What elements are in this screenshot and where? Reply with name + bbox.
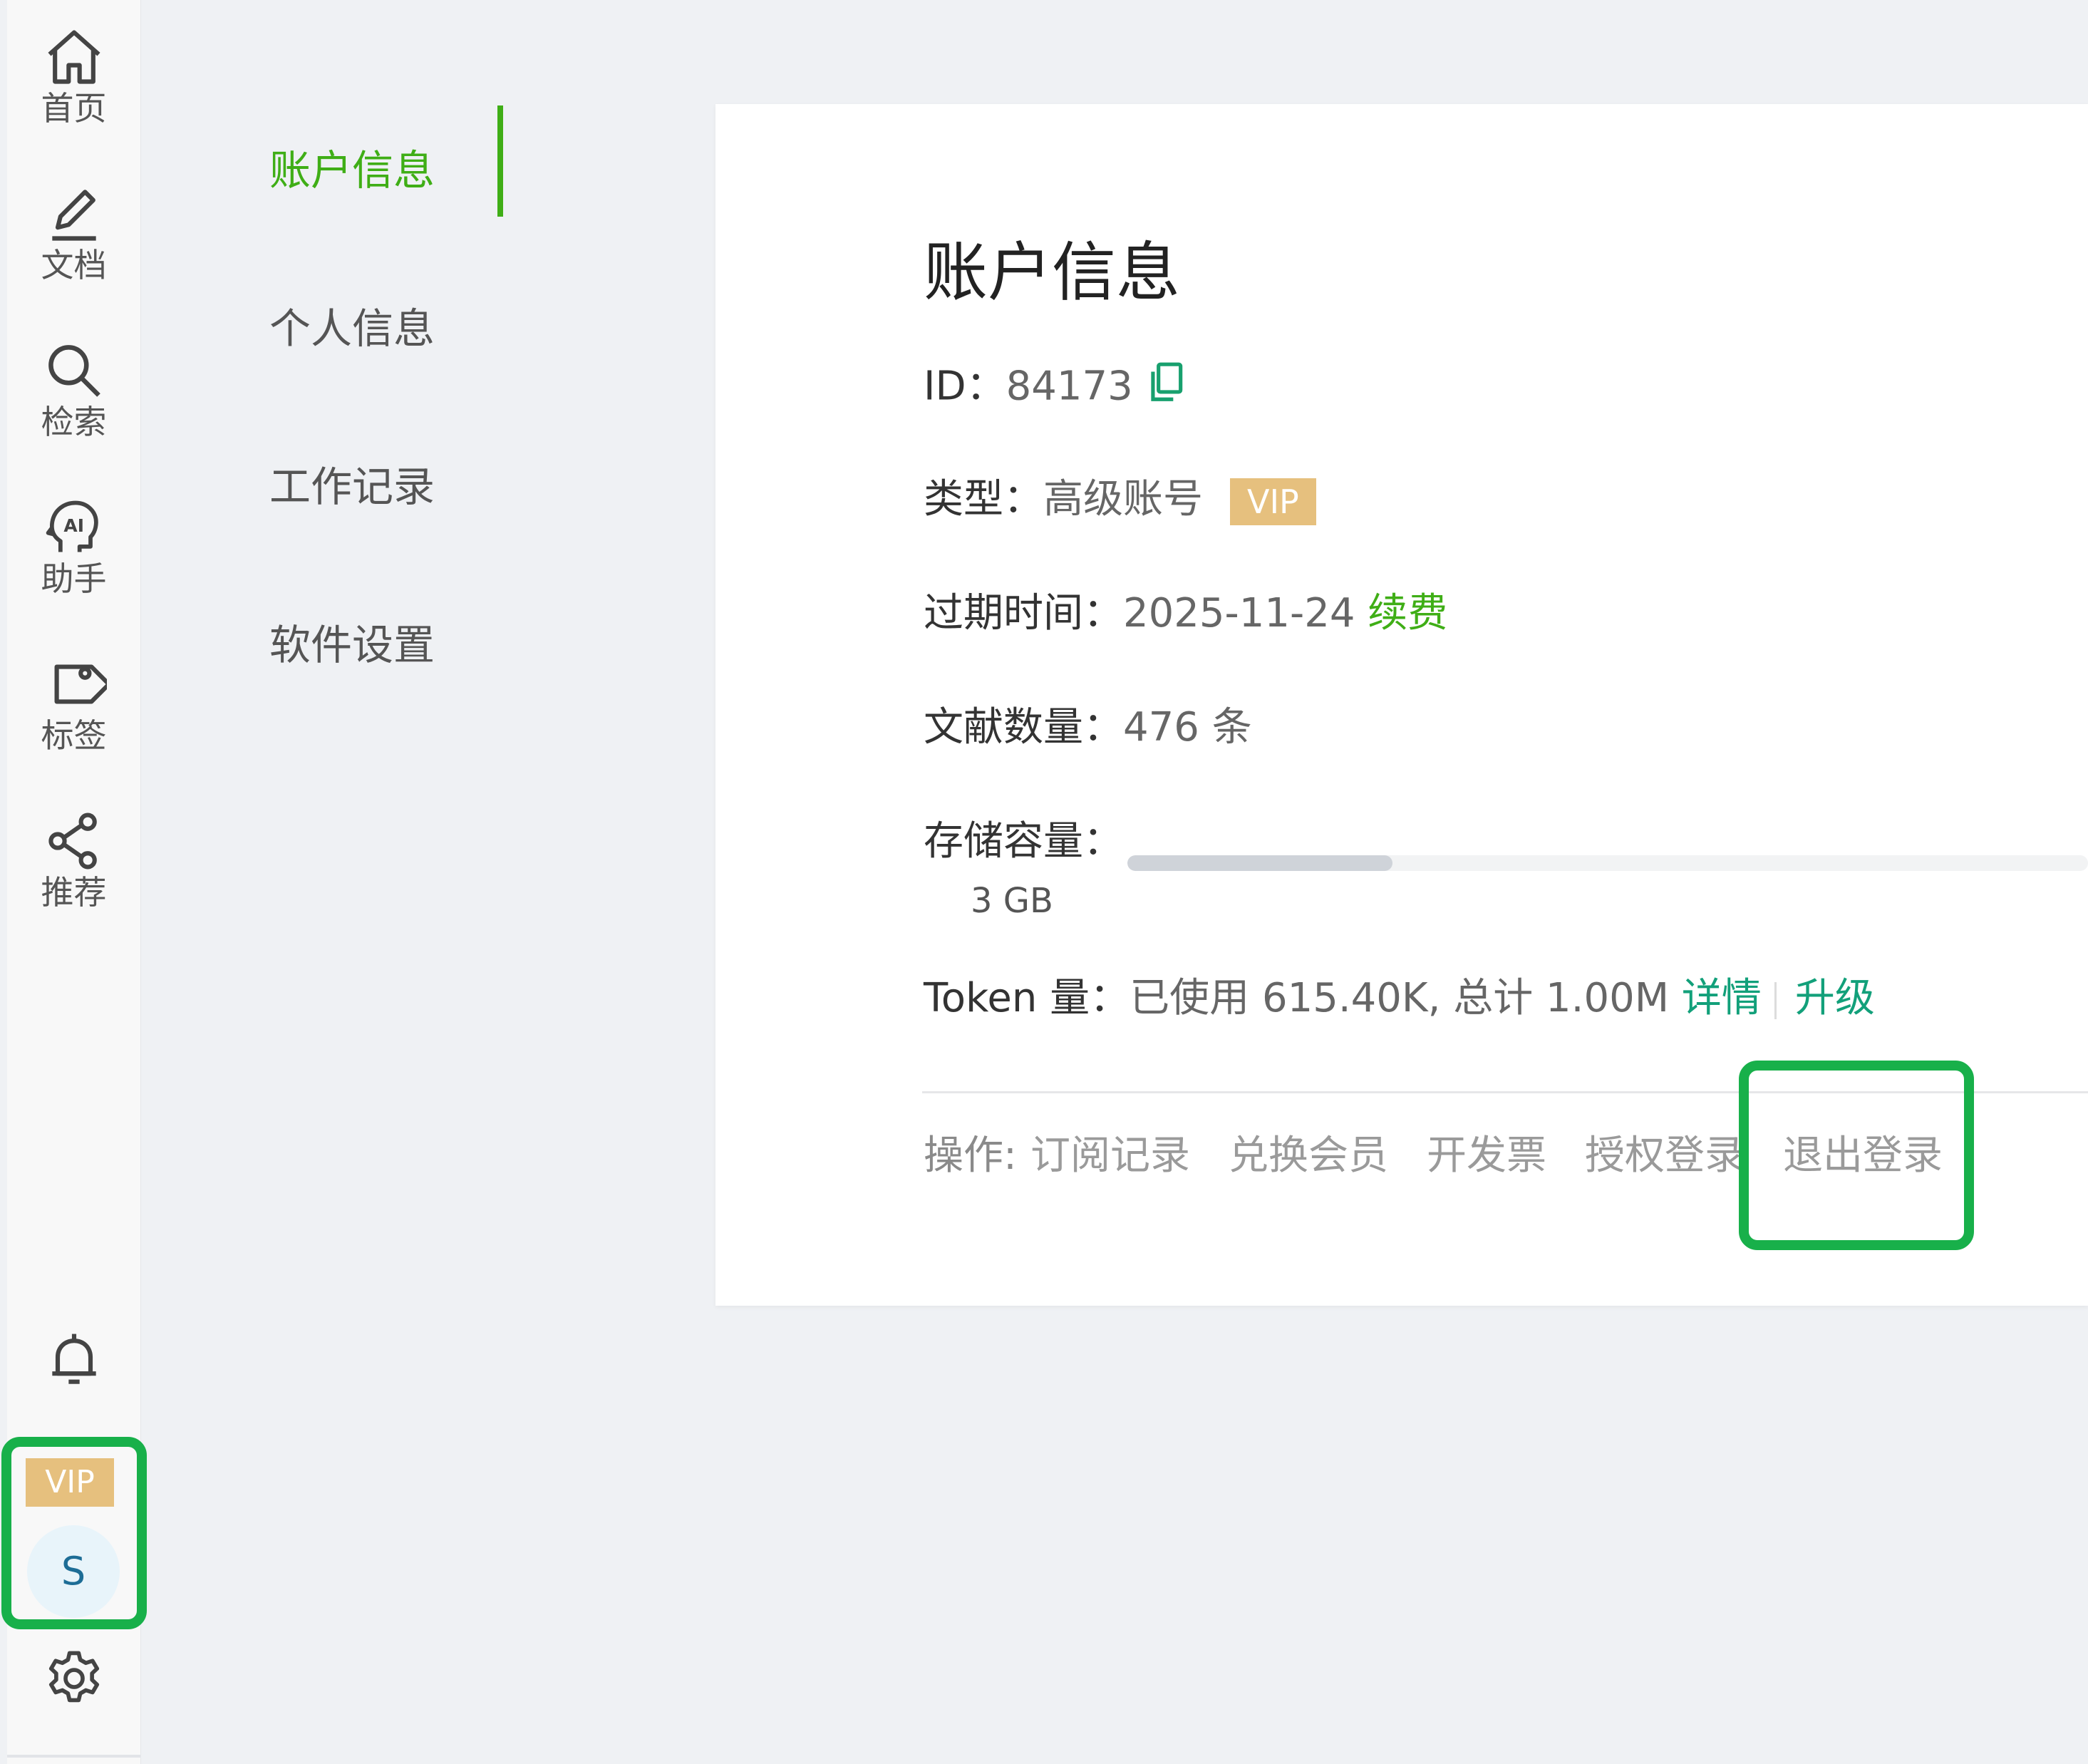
link-separator (1774, 981, 1777, 1019)
ai-head-icon: AI (46, 500, 98, 552)
submenu-item-software-settings[interactable]: 软件设置 (269, 612, 435, 671)
pen-icon (51, 190, 96, 241)
submenu-active-indicator (497, 105, 503, 217)
id-label: ID： (924, 363, 1006, 410)
token-value: 已使用 615.40K, 总计 1.00M (1130, 975, 1670, 1021)
rail-label-recommend: 推荐 (41, 873, 107, 912)
redeem-membership-link[interactable]: 兑换会员 (1229, 1130, 1388, 1182)
vip-tag: VIP (1230, 478, 1316, 525)
submenu-item-account-info[interactable]: 账户信息 (269, 137, 435, 197)
rail-label-docs: 文档 (41, 246, 107, 284)
actions-label: 操作: (924, 1133, 1017, 1179)
rail-label-home: 首页 (41, 89, 107, 128)
docs-row: 文献数量：476 条 (924, 703, 1252, 753)
rail-item-assistant[interactable]: AI 助手 (7, 495, 140, 597)
storage-label: 存储容量： (924, 818, 1123, 865)
rail-label-assistant: 助手 (41, 559, 107, 598)
docs-label: 文献数量： (924, 704, 1123, 751)
rail-item-docs[interactable]: 文档 (7, 181, 140, 284)
submenu-item-personal-info[interactable]: 个人信息 (269, 295, 435, 355)
rail-item-search[interactable]: 检索 (7, 338, 140, 440)
svg-text:AI: AI (63, 515, 84, 536)
id-value: 84173 (1006, 363, 1133, 410)
expire-row: 过期时间：2025-11-24 续费 (924, 589, 1447, 639)
home-icon (47, 30, 100, 84)
search-icon (48, 345, 100, 397)
storage-total: 3 GB (971, 881, 1053, 921)
rail-item-tags[interactable]: 标签 (7, 651, 140, 754)
tag-icon (54, 664, 107, 704)
rail-item-home[interactable]: 首页 (7, 24, 140, 127)
expire-label: 过期时间： (924, 590, 1123, 636)
copy-icon[interactable] (1147, 361, 1184, 417)
rail-item-recommend[interactable]: 推荐 (7, 808, 140, 911)
type-row: 类型：高级账号 VIP (924, 475, 1316, 525)
id-row: ID：84173 (924, 361, 1184, 417)
token-upgrade-link[interactable]: 升级 (1795, 975, 1875, 1021)
rail-label-search: 检索 (41, 403, 107, 441)
docs-value: 476 条 (1123, 704, 1252, 751)
expire-value: 2025-11-24 (1123, 590, 1355, 636)
subscription-records-link[interactable]: 订阅记录 (1030, 1130, 1190, 1182)
rail-bottom-divider (7, 1755, 140, 1758)
storage-progress-bar (1127, 855, 2088, 871)
bell-icon (51, 1334, 96, 1384)
token-detail-link[interactable]: 详情 (1682, 975, 1762, 1021)
submenu-item-work-records[interactable]: 工作记录 (269, 453, 435, 513)
settings-button[interactable] (7, 1646, 140, 1711)
token-row: Token 量：已使用 615.40K, 总计 1.00M 详情 升级 (924, 974, 1875, 1023)
avatar[interactable]: S (27, 1525, 120, 1618)
section-divider (922, 1091, 2088, 1093)
rail-label-tags: 标签 (41, 716, 107, 755)
gear-icon (48, 1651, 99, 1703)
vip-badge[interactable]: VIP (26, 1458, 114, 1507)
authorize-login-link[interactable]: 授权登录 (1585, 1130, 1745, 1182)
notifications-button[interactable] (7, 1327, 140, 1393)
storage-row: 存储容量： (924, 817, 1123, 867)
share-icon (48, 813, 97, 870)
account-card: 账户信息 ID：84173 类型：高级账号 VIP 过期时间：2025-11-24… (715, 104, 2088, 1306)
token-label: Token 量： (924, 975, 1130, 1021)
type-value: 高级账号 (1043, 476, 1203, 522)
type-label: 类型： (924, 476, 1043, 522)
page-title: 账户信息 (924, 235, 1180, 310)
logout-link[interactable]: 退出登录 (1783, 1130, 1943, 1182)
issue-invoice-link[interactable]: 开发票 (1427, 1130, 1546, 1182)
renew-link[interactable]: 续费 (1368, 590, 1447, 636)
storage-progress-fill (1127, 855, 1393, 871)
